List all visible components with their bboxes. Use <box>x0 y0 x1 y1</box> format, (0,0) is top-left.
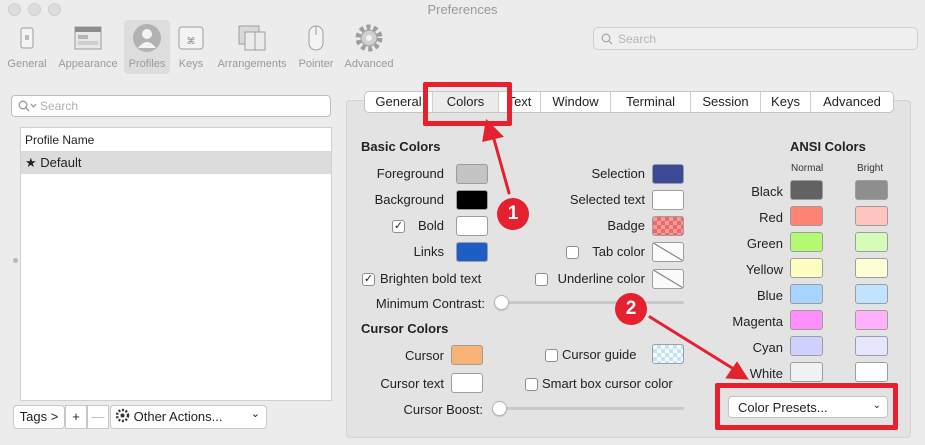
annotation-arrow-1 <box>490 130 511 195</box>
annotation-arrow-2 <box>648 315 739 373</box>
annotation-marker-2: 2 <box>615 293 647 325</box>
annotation-arrowhead-1 <box>482 118 504 142</box>
annotation-marker-1: 1 <box>497 198 529 230</box>
annotation-arrows <box>482 118 749 380</box>
